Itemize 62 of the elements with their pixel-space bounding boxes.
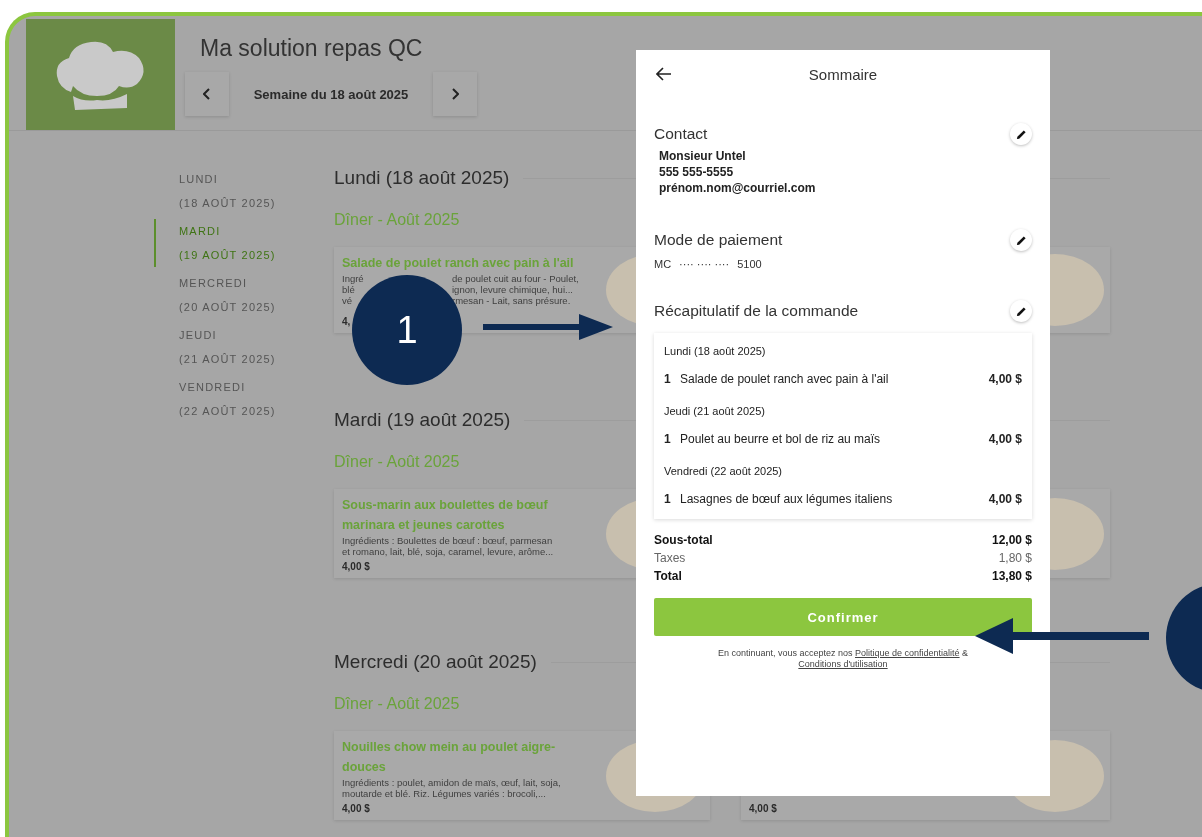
pencil-icon [1015, 305, 1027, 317]
item-name: Salade de poulet ranch avec pain à l'ail [680, 371, 890, 388]
ingredients-text: blé [342, 284, 355, 295]
chevron-right-icon [451, 88, 459, 100]
meal-section-title: Dîner - Août 2025 [334, 211, 461, 229]
meal-section-title: Dîner - Août 2025 [334, 695, 461, 713]
ingredients-text: vé [342, 295, 353, 306]
section-heading: Contact [654, 125, 708, 143]
edit-button[interactable] [1010, 123, 1032, 145]
contact-line: 555 555-5555 [659, 164, 735, 180]
order-day: Lundi (18 août 2025) [664, 337, 1022, 365]
item-quantity: 1 [664, 371, 672, 388]
back-arrow-icon[interactable] [656, 67, 672, 81]
legal-notice: En continuant, vous acceptez nos Politique de confidentialité & Conditions d'utilisation [716, 648, 970, 670]
edit-button[interactable] [1010, 229, 1032, 251]
total-value: 12,00 $ [991, 532, 1032, 549]
chevron-left-icon [203, 88, 211, 100]
pencil-icon [1015, 128, 1027, 140]
ingredients-text: et romano, lait, blé, soja, caramel, levure, arôme... [342, 546, 554, 557]
total-value: 13,80 $ [991, 568, 1032, 585]
meal-price: 4,00 $ [342, 560, 371, 572]
ingredients-text: Ingrédients : poulet, amidon de maïs, œuf, lait, soja, [342, 777, 561, 788]
order-day: Jeudi (21 août 2025) [664, 397, 1022, 425]
item-price: 4,00 $ [988, 371, 1022, 388]
day-nav-item[interactable]: LUNDI (18 AOÛT 2025) [154, 167, 334, 215]
item-name: Poulet au beurre et bol de riz au maïs [680, 431, 882, 448]
ingredients-text: moutarde et blé. Riz. Légumes variés : brocoli,... [342, 788, 546, 799]
contact-line: prénom.nom@courriel.com [659, 180, 817, 196]
meal-title: Nouilles chow mein au poulet aigre-douces [342, 739, 557, 776]
meal-price: 4,00 $ [342, 802, 371, 814]
terms-of-use-link[interactable]: Conditions d'utilisation [798, 659, 888, 669]
day-heading: Lundi (18 août 2025) [334, 167, 510, 189]
confirm-button[interactable]: Confirmer [654, 598, 1032, 636]
app-title: Ma solution repas QC [200, 35, 424, 62]
card-brand: MC [654, 258, 672, 270]
card-last-digits: 5100 [737, 258, 762, 270]
total-value: 1,80 $ [998, 550, 1032, 567]
item-price: 4,00 $ [988, 431, 1022, 448]
item-quantity: 1 [664, 431, 672, 448]
day-heading: Mardi (19 août 2025) [334, 409, 511, 431]
panel-title: Sommaire [808, 65, 878, 83]
edit-button[interactable] [1010, 300, 1032, 322]
item-price: 4,00 $ [988, 491, 1022, 508]
order-day: Vendredi (22 août 2025) [664, 457, 1022, 485]
total-label: Sous-total [654, 532, 713, 549]
meal-price: 4,00 $ [749, 802, 778, 814]
item-quantity: 1 [664, 491, 672, 508]
day-nav-item[interactable]: MERCREDI (20 AOÛT 2025) [154, 271, 334, 319]
privacy-policy-link[interactable]: Politique de confidentialité [855, 648, 960, 658]
day-nav-item[interactable]: VENDREDI (22 AOÛT 2025) [154, 375, 334, 423]
section-heading: Mode de paiement [654, 231, 783, 249]
day-heading: Mercredi (20 août 2025) [334, 651, 537, 673]
day-nav-item[interactable]: JEUDI (21 AOÛT 2025) [154, 323, 334, 371]
ingredients-text: Ingrédients : Boulettes de bœuf : bœuf, parmesan [342, 535, 553, 546]
left-arrow-icon [975, 618, 1149, 654]
total-label: Taxes [654, 550, 686, 567]
contact-line: Monsieur Untel [659, 148, 747, 164]
week-label: Semaine du 18 août 2025 [252, 86, 410, 102]
meal-price: 4, [342, 315, 352, 327]
right-arrow-icon [483, 314, 613, 340]
meal-title: Sous-marin aux boulettes de bœuf marinara et jeunes carottes [342, 497, 549, 534]
meal-title: Salade de poulet ranch avec pain à l'ail [342, 255, 575, 272]
